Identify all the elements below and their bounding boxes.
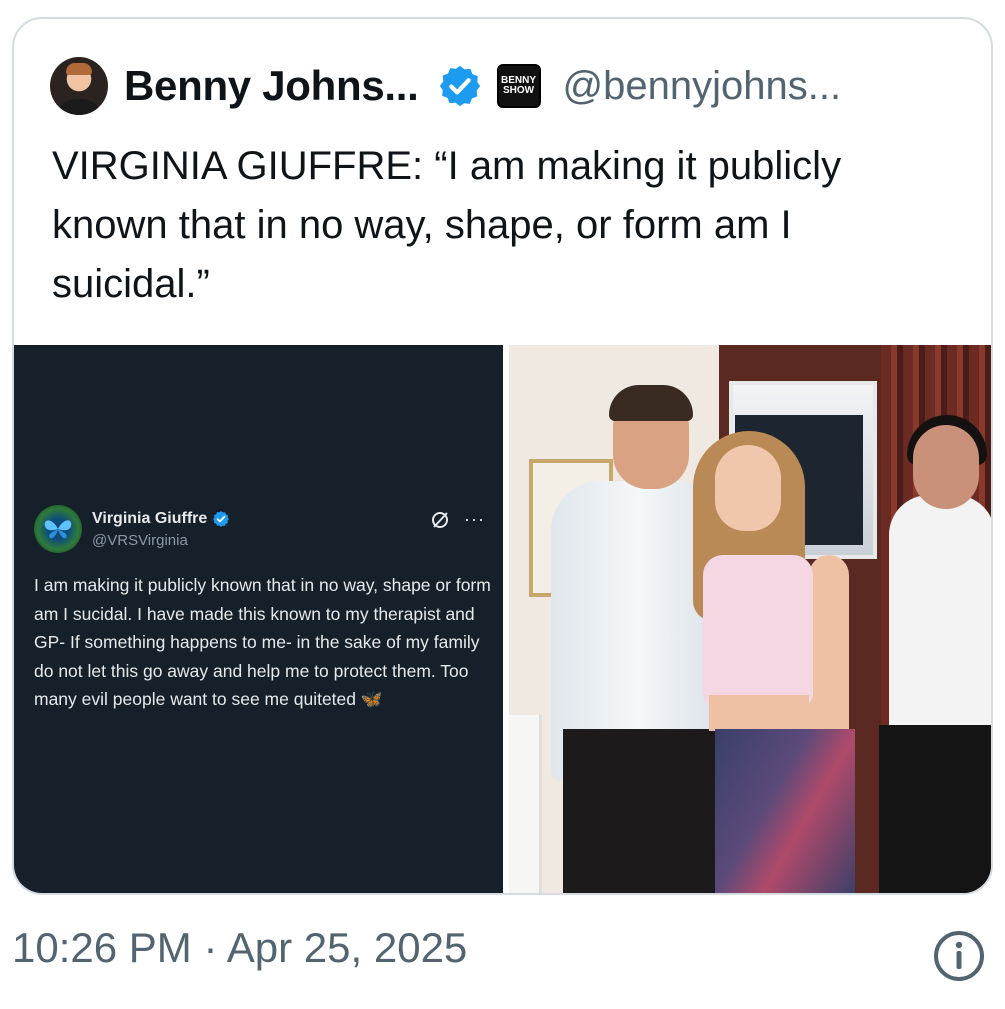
embedded-verified-icon [213,510,230,527]
user-handle[interactable]: @bennyjohns... [563,64,842,109]
affiliate-logo[interactable]: BENNY SHOW [496,64,541,108]
photo-person-left-pants [563,729,723,893]
tweet-timestamp[interactable]: 10:26 PM · Apr 25, 2025 [12,924,467,972]
embedded-post-actions: ··· [430,509,485,530]
group-photo-image[interactable] [509,345,991,893]
embedded-post-handle: @VRSVirginia [92,531,188,549]
slashed-circle-icon [432,511,449,528]
photo-person-center-top [703,555,813,705]
photo-person-left-hair [609,385,693,421]
avatar-shirt [56,99,102,115]
display-name[interactable]: Benny Johns... [124,62,419,110]
butterfly-avatar [34,505,82,553]
tweet-header: Benny Johns... BENNY SHOW @bennyjohns... [50,55,841,117]
tweet-media[interactable]: Virginia Giuffre @VRSVirginia ··· I am m… [14,345,991,893]
photo-person-center-pants [715,729,855,893]
butterfly-emoji: 🦋 [360,689,383,709]
photo-person-center-midriff [709,695,809,731]
more-dots-icon: ··· [464,509,485,529]
photo-person-right-head [913,425,979,509]
avatar-hair [66,63,92,75]
photo-person-right-body [889,495,991,745]
embedded-post-text: I am making it publicly known that in no… [34,571,494,714]
profile-avatar[interactable] [50,57,108,115]
embedded-name-text: Virginia Giuffre [92,509,208,527]
photo-person-center-head [715,445,781,531]
tweet-text: VIRGINIA GIUFFRE: “I am making it public… [52,144,842,306]
photo-person-right-pants [879,725,991,893]
embedded-post-screenshot[interactable]: Virginia Giuffre @VRSVirginia ··· I am m… [14,345,503,893]
embedded-post-body: I am making it publicly known that in no… [34,575,491,709]
photo-staircase [509,715,542,893]
tweet-card[interactable]: Benny Johns... BENNY SHOW @bennyjohns...… [12,17,993,895]
info-icon[interactable] [932,929,986,983]
embedded-post-header: Virginia Giuffre @VRSVirginia [34,505,230,553]
affiliate-logo-line-2: SHOW [502,85,535,96]
embedded-post-name: Virginia Giuffre [92,510,230,528]
verified-badge-icon [439,65,480,107]
butterfly-icon [44,520,72,539]
embedded-post-names: Virginia Giuffre @VRSVirginia [92,510,230,549]
